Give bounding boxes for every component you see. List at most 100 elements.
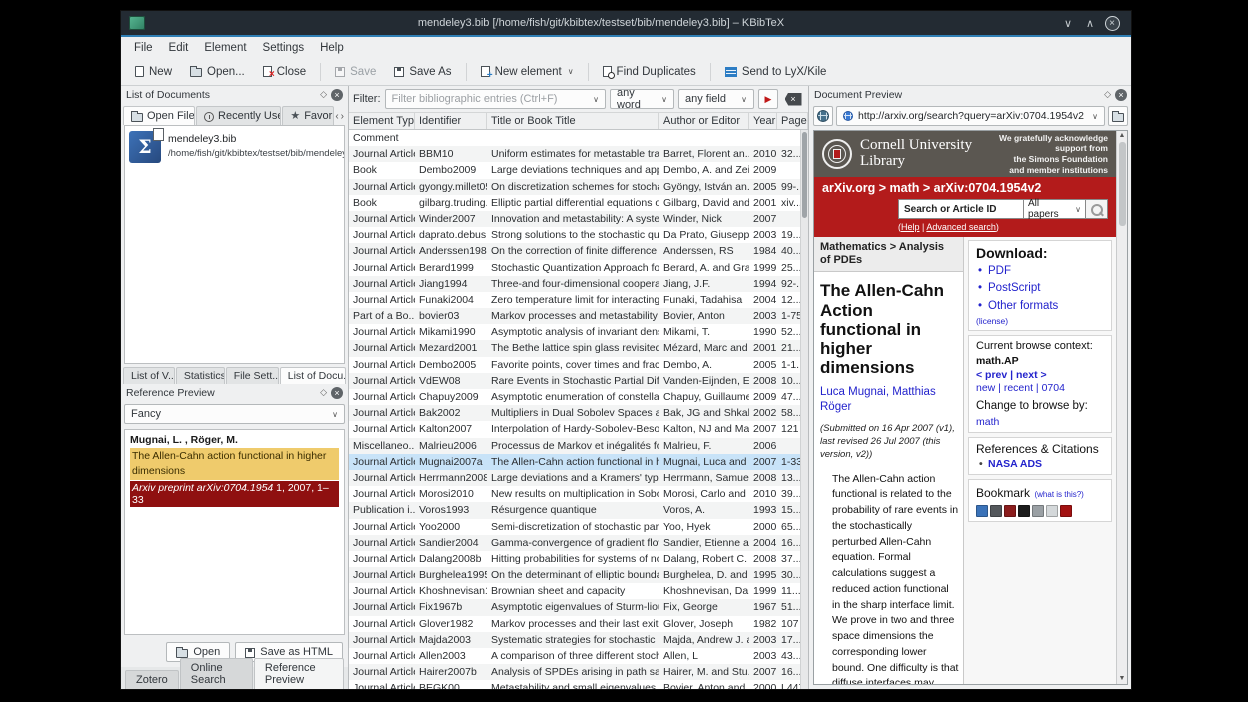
- float-panel-icon[interactable]: ◇: [320, 89, 327, 100]
- table-row[interactable]: Journal Article Mikami1990 Asymptotic an…: [349, 324, 808, 340]
- table-row[interactable]: Journal Article Funaki2004 Zero temperat…: [349, 292, 808, 308]
- menu-item[interactable]: File: [127, 40, 160, 56]
- new-button[interactable]: New: [127, 63, 180, 81]
- close-panel-icon[interactable]: ×: [331, 387, 343, 399]
- bookmark-service-icon-citeulike[interactable]: [976, 505, 988, 517]
- tab-reference-preview[interactable]: Reference Preview: [254, 658, 344, 689]
- table-row[interactable]: Journal Article Hairer2007b Analysis of …: [349, 664, 808, 680]
- table-row[interactable]: Journal Article Chapuy2009 Asymptotic en…: [349, 389, 808, 405]
- table-row[interactable]: Journal Article Dembo2005 Favorite point…: [349, 357, 808, 373]
- search-pdf-toggle-button[interactable]: ▶: [758, 89, 778, 109]
- table-row[interactable]: Journal Article Dalang2008b Hitting prob…: [349, 551, 808, 567]
- webview-scrollbar[interactable]: ▲ ▼: [1116, 131, 1127, 684]
- scroll-left-icon[interactable]: ‹: [335, 111, 338, 122]
- table-row[interactable]: Journal Article Burghelea1995 On the det…: [349, 567, 808, 583]
- nav-links[interactable]: new | recent | 0704: [976, 382, 1104, 394]
- bookmark-service-icon-reddit[interactable]: [1046, 505, 1058, 517]
- table-row[interactable]: Journal Article Morosi2010 New results o…: [349, 486, 808, 502]
- menu-item[interactable]: Settings: [256, 40, 312, 56]
- open-button[interactable]: Open...: [182, 63, 253, 81]
- search-icon[interactable]: [1086, 199, 1108, 219]
- table-row[interactable]: Journal Article Majda2003 Systematic str…: [349, 632, 808, 648]
- table-row[interactable]: Journal Article Winder2007 Innovation an…: [349, 211, 808, 227]
- tab-scroll-arrows[interactable]: ‹›: [335, 111, 346, 125]
- titlebar[interactable]: mendeley3.bib [/home/fish/git/kbibtex/te…: [121, 11, 1131, 37]
- table-row[interactable]: Journal Article Fix1967b Asymptotic eige…: [349, 599, 808, 615]
- clear-filter-button[interactable]: ×: [782, 89, 804, 109]
- menu-item[interactable]: Help: [313, 40, 351, 56]
- scroll-down-icon[interactable]: ▼: [1119, 674, 1126, 684]
- table-row[interactable]: Comment: [349, 130, 808, 146]
- prev-next-links[interactable]: < prev | next >: [976, 369, 1104, 381]
- close-file-button[interactable]: Close: [255, 63, 314, 81]
- open-external-button[interactable]: [1108, 106, 1128, 126]
- column-header-pages[interactable]: Page: [777, 113, 808, 129]
- table-row[interactable]: Book gilbarg.truding... Elliptic partial…: [349, 195, 808, 211]
- close-button[interactable]: ×: [1101, 14, 1123, 32]
- word-mode-select[interactable]: any word ∨: [610, 89, 674, 109]
- table-row[interactable]: Journal Article gyongy.millet05 On discr…: [349, 179, 808, 195]
- column-header-author[interactable]: Author or Editor: [659, 113, 749, 129]
- column-header-title[interactable]: Title or Book Title: [487, 113, 659, 129]
- scroll-up-icon[interactable]: ▲: [1119, 131, 1126, 141]
- math-link[interactable]: math: [976, 416, 1104, 428]
- arxiv-search-input[interactable]: Search or Article ID: [898, 199, 1024, 219]
- save-button[interactable]: Save: [327, 63, 384, 81]
- table-row[interactable]: Journal Article Jiang1994 Three-and four…: [349, 276, 808, 292]
- bookmark-service-icon-bibsonomy[interactable]: [990, 505, 1002, 517]
- column-header-identifier[interactable]: Identifier: [415, 113, 487, 129]
- bookmark-service-icon-delicious[interactable]: [1018, 505, 1030, 517]
- table-row[interactable]: Journal Article BEGK00 Metastability and…: [349, 680, 808, 689]
- table-row[interactable]: Journal Article BBM10 Uniform estimates …: [349, 146, 808, 162]
- table-row[interactable]: Book Dembo2009 Large deviations techniqu…: [349, 162, 808, 178]
- download-link[interactable]: PDF: [976, 263, 1104, 280]
- arxiv-scope-select[interactable]: All papers∨: [1024, 199, 1086, 219]
- scroll-right-icon[interactable]: ›: [341, 111, 344, 122]
- table-row[interactable]: Journal Article Mugnai2007a The Allen-Ca…: [349, 454, 808, 470]
- table-row[interactable]: Journal Article Herrmann2008 Large devia…: [349, 470, 808, 486]
- tab-statistics[interactable]: Statistics: [176, 367, 225, 384]
- menu-item[interactable]: Edit: [162, 40, 196, 56]
- scrollbar-thumb[interactable]: [802, 132, 807, 218]
- scrollbar-thumb[interactable]: [1119, 142, 1126, 226]
- table-scrollbar[interactable]: [800, 130, 808, 689]
- tab-zotero[interactable]: Zotero: [125, 670, 179, 689]
- help-link[interactable]: Help: [901, 222, 920, 232]
- tab-list-of-documents[interactable]: List of Docu...: [280, 367, 346, 384]
- field-mode-select[interactable]: any field ∨: [678, 89, 754, 109]
- url-combobox[interactable]: http://arxiv.org/search?query=arXiv:0704…: [836, 106, 1105, 126]
- table-row[interactable]: Journal Article Berard1999 Stochastic Qu…: [349, 260, 808, 276]
- breadcrumb[interactable]: arXiv.org > math > arXiv:0704.1954v2: [822, 181, 1108, 195]
- column-header-element-type[interactable]: Element Type: [349, 113, 415, 129]
- table-row[interactable]: Journal Article Sandier2004 Gamma-conver…: [349, 535, 808, 551]
- column-header-year[interactable]: Year: [749, 113, 777, 129]
- online-toggle-button[interactable]: [813, 106, 833, 126]
- tab-open-files[interactable]: Open Files: [123, 106, 195, 125]
- tab-favorites[interactable]: ★Favori: [282, 106, 334, 125]
- table-row[interactable]: Journal Article Anderssen1984 On the cor…: [349, 243, 808, 259]
- table-row[interactable]: Journal Article Bak2002 Multipliers in D…: [349, 405, 808, 421]
- table-row[interactable]: Journal Article Allen2003 A comparison o…: [349, 648, 808, 664]
- download-link[interactable]: PostScript: [976, 280, 1104, 297]
- table-row[interactable]: Journal Article daprato.debus... Strong …: [349, 227, 808, 243]
- table-row[interactable]: Part of a Bo... bovier03 Markov processe…: [349, 308, 808, 324]
- table-row[interactable]: Journal Article Mezard2001 The Bethe lat…: [349, 340, 808, 356]
- send-to-lyx-button[interactable]: Send to LyX/Kile: [717, 63, 835, 81]
- bookmark-service-icon-digg[interactable]: [1032, 505, 1044, 517]
- filter-input[interactable]: Filter bibliographic entries (Ctrl+F) ∨: [385, 89, 607, 109]
- float-panel-icon[interactable]: ◇: [320, 387, 327, 398]
- table-row[interactable]: Journal Article Kalton2007 Interpolation…: [349, 421, 808, 437]
- tab-file-settings[interactable]: File Sett...: [226, 367, 279, 384]
- bookmark-service-icon-mendeley[interactable]: [1004, 505, 1016, 517]
- menu-item[interactable]: Element: [197, 40, 253, 56]
- tab-online-search[interactable]: Online Search: [180, 658, 253, 689]
- nasa-ads-link[interactable]: NASA ADS: [976, 458, 1104, 470]
- table-row[interactable]: Journal Article Yoo2000 Semi-discretizat…: [349, 519, 808, 535]
- advanced-search-link[interactable]: Advanced search: [926, 222, 996, 232]
- tab-list-of-values[interactable]: List of V...: [123, 367, 175, 384]
- open-file-item[interactable]: Σ mendeley3.bib /home/fish/git/kbibtex/t…: [125, 126, 344, 168]
- close-panel-icon[interactable]: ×: [1115, 89, 1127, 101]
- table-row[interactable]: Journal Article VdEW08 Rare Events in St…: [349, 373, 808, 389]
- find-duplicates-button[interactable]: Find Duplicates: [595, 63, 704, 81]
- save-as-button[interactable]: Save As: [386, 63, 459, 81]
